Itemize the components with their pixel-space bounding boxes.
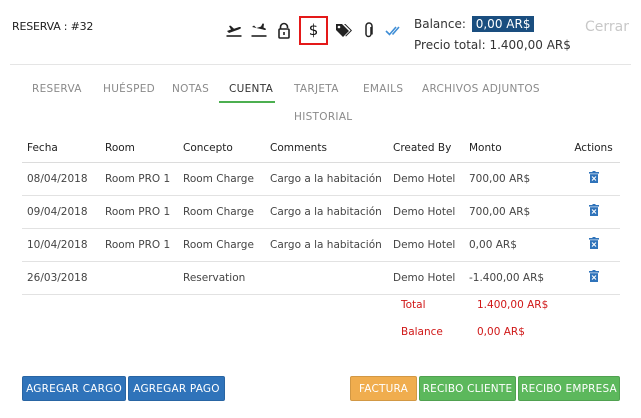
plane-departure-icon[interactable]	[222, 17, 245, 43]
reservation-title: RESERVA : #32	[12, 20, 94, 33]
tab-archivos-adjuntos[interactable]: ARCHIVOS ADJUNTOS	[422, 83, 540, 95]
cell-comments: Cargo a la habitación	[265, 228, 388, 262]
balance-label: Balance:	[414, 17, 466, 31]
total-price: Precio total: 1.400,00 AR$	[414, 38, 571, 52]
col-concepto: Concepto	[178, 134, 265, 163]
col-created-by: Created By	[388, 134, 464, 163]
cell-created-by: Demo Hotel	[388, 261, 464, 295]
add-charge-button[interactable]: AGREGAR CARGO	[22, 376, 126, 401]
cell-concepto: Room Charge	[178, 228, 265, 262]
col-fecha: Fecha	[22, 134, 100, 163]
invoice-button[interactable]: FACTURA	[350, 376, 417, 401]
close-button[interactable]: Cerrar	[585, 19, 629, 35]
cell-monto: 700,00 AR$	[464, 162, 567, 196]
cell-created-by: Demo Hotel	[388, 228, 464, 262]
summary-total-label: Total	[401, 299, 426, 311]
tab-notas[interactable]: NOTAS	[172, 83, 209, 95]
cell-actions	[567, 228, 620, 262]
trash-icon[interactable]	[588, 270, 599, 282]
cell-room: Room PRO 1	[100, 228, 178, 262]
account-table: Fecha Room Concepto Comments Created By …	[22, 134, 620, 295]
paperclip-icon[interactable]	[357, 17, 380, 43]
table-header-row: Fecha Room Concepto Comments Created By …	[22, 134, 620, 163]
dollar-glyph: $	[308, 21, 319, 39]
trash-icon[interactable]	[588, 204, 599, 216]
cell-fecha: 10/04/2018	[22, 228, 100, 262]
company-receipt-button[interactable]: RECIBO EMPRESA	[518, 376, 620, 401]
tab-cuenta[interactable]: CUENTA	[229, 83, 273, 95]
col-monto: Monto	[464, 134, 567, 163]
cell-fecha: 26/03/2018	[22, 261, 100, 295]
summary-balance-label: Balance	[401, 326, 443, 338]
cell-fecha: 08/04/2018	[22, 162, 100, 196]
col-actions: Actions	[567, 134, 620, 163]
trash-icon[interactable]	[588, 237, 599, 249]
cell-monto: 700,00 AR$	[464, 195, 567, 229]
cell-concepto: Reservation	[178, 261, 265, 295]
balance-badge: 0,00 AR$	[471, 16, 535, 32]
tab-emails[interactable]: EMAILS	[363, 83, 403, 95]
col-room: Room	[100, 134, 178, 163]
summary-balance-value: 0,00 AR$	[477, 326, 525, 338]
tab-tarjeta[interactable]: TARJETA	[294, 83, 339, 95]
plane-arrival-icon[interactable]	[247, 17, 270, 43]
tab-reserva[interactable]: RESERVA	[32, 83, 82, 95]
cell-room: Room PRO 1	[100, 162, 178, 196]
cell-created-by: Demo Hotel	[388, 162, 464, 196]
col-comments: Comments	[265, 134, 388, 163]
cell-created-by: Demo Hotel	[388, 195, 464, 229]
cell-actions	[567, 195, 620, 229]
cell-comments	[265, 261, 388, 295]
cell-monto: -1.400,00 AR$	[464, 261, 567, 295]
cell-room	[100, 261, 178, 295]
cell-comments: Cargo a la habitación	[265, 195, 388, 229]
reservation-toolbar: $	[222, 15, 407, 45]
trash-icon[interactable]	[588, 171, 599, 183]
cell-concepto: Room Charge	[178, 195, 265, 229]
summary-total-value: 1.400,00 AR$	[477, 299, 549, 311]
table-row: 09/04/2018 Room PRO 1 Room Charge Cargo …	[22, 195, 620, 229]
cell-actions	[567, 261, 620, 295]
cell-monto: 0,00 AR$	[464, 228, 567, 262]
table-row: 08/04/2018 Room PRO 1 Room Charge Cargo …	[22, 162, 620, 196]
dollar-icon[interactable]: $	[299, 15, 328, 45]
table-row: 26/03/2018 Reservation Demo Hotel -1.400…	[22, 261, 620, 295]
client-receipt-button[interactable]: RECIBO CLIENTE	[419, 376, 516, 401]
tag-icon[interactable]	[332, 17, 355, 43]
cell-fecha: 09/04/2018	[22, 195, 100, 229]
cell-room: Room PRO 1	[100, 195, 178, 229]
double-check-icon[interactable]	[382, 17, 405, 43]
table-row: 10/04/2018 Room PRO 1 Room Charge Cargo …	[22, 228, 620, 262]
add-payment-button[interactable]: AGREGAR PAGO	[128, 376, 225, 401]
balance-display: Balance: 0,00 AR$	[414, 16, 535, 32]
tab-historial[interactable]: HISTORIAL	[294, 111, 352, 123]
lock-icon[interactable]	[272, 17, 295, 43]
cell-actions	[567, 162, 620, 196]
cell-concepto: Room Charge	[178, 162, 265, 196]
active-tab-indicator	[219, 101, 275, 103]
header-divider	[10, 64, 631, 65]
tab-huesped[interactable]: HUÉSPED	[103, 83, 155, 95]
cell-comments: Cargo a la habitación	[265, 162, 388, 196]
reservation-header: RESERVA : #32 $ Balance: 0,00 AR$ Precio…	[0, 0, 641, 64]
